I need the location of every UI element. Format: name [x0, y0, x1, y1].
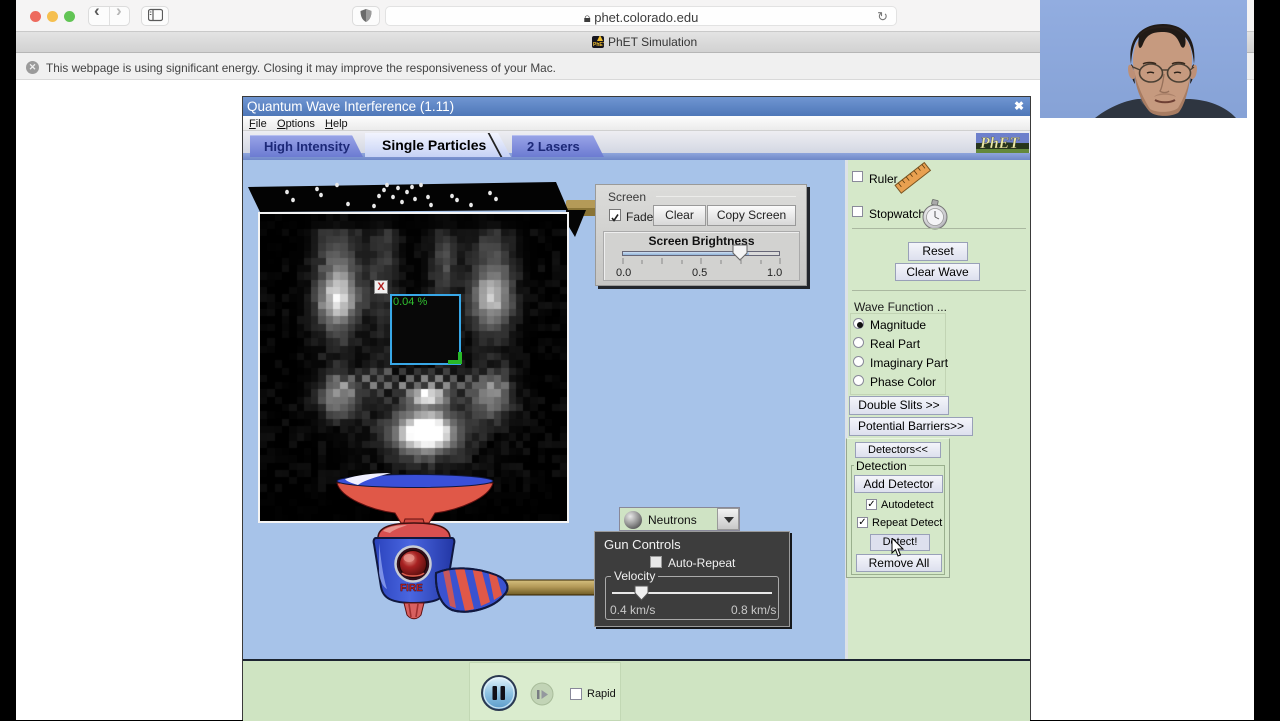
svg-text:FIRE: FIRE: [400, 583, 423, 594]
svg-text:PhET: PhET: [979, 135, 1020, 152]
